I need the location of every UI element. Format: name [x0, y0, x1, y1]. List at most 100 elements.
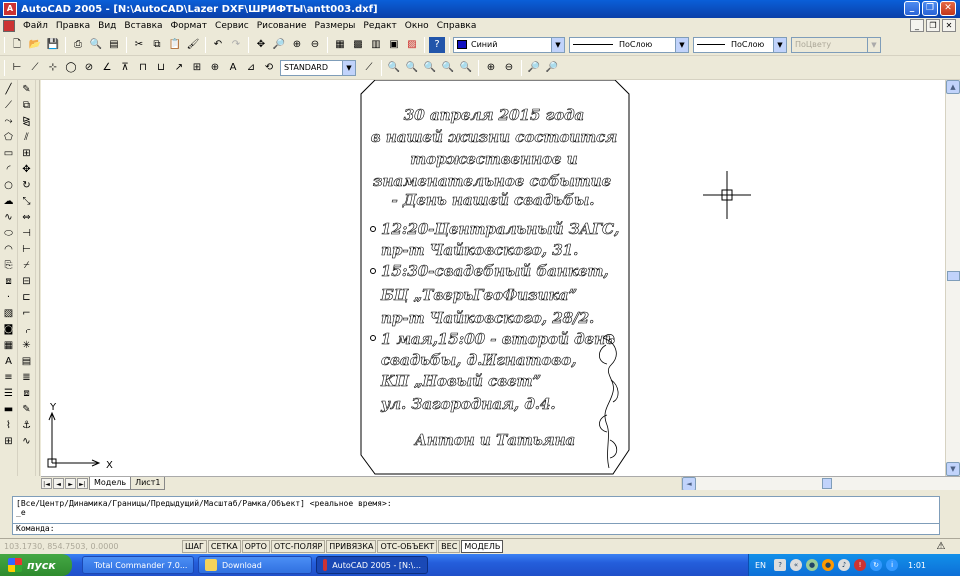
- save-icon[interactable]: 💾: [45, 37, 61, 53]
- polygon-icon[interactable]: ⬠: [1, 130, 17, 146]
- zoom-out-icon[interactable]: ⊖: [501, 60, 517, 76]
- chevron-down-icon[interactable]: ▼: [342, 60, 355, 75]
- model-toggle[interactable]: МОДЕЛЬ: [461, 540, 504, 553]
- zoom-previous-icon[interactable]: ⊖: [307, 37, 323, 53]
- security-tray-icon[interactable]: !: [854, 559, 867, 571]
- volume-tray-icon[interactable]: ♪: [838, 559, 851, 571]
- ortho-toggle[interactable]: ОРТО: [241, 540, 270, 553]
- wipeout-icon[interactable]: ▬: [1, 402, 17, 418]
- snap-toggle[interactable]: ШАГ: [182, 540, 207, 553]
- menu-insert[interactable]: Вставка: [120, 21, 166, 31]
- break-icon[interactable]: ⊟: [19, 274, 35, 290]
- radius-dim-icon[interactable]: ◯: [63, 60, 79, 76]
- cut-icon[interactable]: ✂: [131, 37, 147, 53]
- new-icon[interactable]: 🗋: [9, 37, 25, 53]
- coordinate-readout[interactable]: 103.1730, 854.7503, 0.0000: [0, 542, 182, 551]
- otrack-toggle[interactable]: ОТС-ОБЪЕКТ: [377, 540, 438, 553]
- scroll-thumb[interactable]: [822, 478, 832, 489]
- redo-icon[interactable]: ↷: [228, 37, 244, 53]
- extend-icon[interactable]: ⊢: [19, 242, 35, 258]
- tool-palettes-icon[interactable]: ▥: [368, 37, 384, 53]
- design-center-icon[interactable]: ▩: [350, 37, 366, 53]
- zoom-all-icon[interactable]: 🔎: [526, 60, 542, 76]
- join-icon[interactable]: ⊏: [19, 290, 35, 306]
- vertical-scrollbar[interactable]: ▲ ▼: [945, 80, 960, 476]
- polyline-icon[interactable]: ⤳: [1, 114, 17, 130]
- spline-icon[interactable]: ∿: [1, 210, 17, 226]
- task-autocad[interactable]: AutoCAD 2005 - [N:\...: [316, 556, 428, 574]
- antivirus-tray-icon[interactable]: ●: [822, 559, 835, 571]
- dim-update-icon[interactable]: ⟲: [261, 60, 277, 76]
- rectangle-icon[interactable]: ▭: [1, 146, 17, 162]
- scroll-thumb[interactable]: [947, 271, 960, 281]
- sheet-set-icon[interactable]: ▣: [386, 37, 402, 53]
- zoom-in-icon[interactable]: ⊕: [483, 60, 499, 76]
- zoom-extents-icon[interactable]: 🔎: [544, 60, 560, 76]
- hatch-edit-icon[interactable]: ⚓: [19, 418, 35, 434]
- tab-layout1[interactable]: Лист1: [130, 477, 166, 490]
- tab-model[interactable]: Модель: [89, 477, 132, 490]
- zoom-dynamic-icon[interactable]: 🔍: [404, 60, 420, 76]
- menu-draw[interactable]: Рисование: [253, 21, 311, 31]
- dimstyle-select[interactable]: STANDARD ▼: [280, 59, 356, 76]
- erase-icon[interactable]: ✎: [19, 82, 35, 98]
- linear-dim-icon[interactable]: ⊢: [9, 60, 25, 76]
- autocad-app-icon[interactable]: A: [3, 2, 17, 16]
- diameter-dim-icon[interactable]: ⊘: [81, 60, 97, 76]
- lineweight-select[interactable]: ПоСлою ▼: [693, 36, 787, 53]
- region-icon[interactable]: ◙: [1, 322, 17, 338]
- array-icon[interactable]: ⊞: [19, 146, 35, 162]
- angular-dim-icon[interactable]: ∠: [99, 60, 115, 76]
- dimstyle-manager-icon[interactable]: ⟋: [361, 60, 377, 76]
- multiline-icon[interactable]: ☰: [1, 386, 17, 402]
- ellipse-icon[interactable]: ⬭: [1, 226, 17, 242]
- menu-window[interactable]: Окно: [401, 21, 433, 31]
- construction-line-icon[interactable]: ⟋: [1, 98, 17, 114]
- circle-icon[interactable]: ○: [1, 178, 17, 194]
- first-tab-icon[interactable]: |◄: [41, 478, 52, 489]
- chevron-down-icon[interactable]: ▼: [551, 37, 564, 52]
- start-button[interactable]: пуск: [0, 554, 72, 576]
- last-tab-icon[interactable]: ►|: [77, 478, 88, 489]
- match-properties-icon[interactable]: 🖌: [185, 37, 201, 53]
- copy-object-icon[interactable]: ⧉: [19, 98, 35, 114]
- help-icon[interactable]: ?: [429, 36, 445, 53]
- zoom-realtime-icon[interactable]: 🔎: [271, 37, 287, 53]
- dimedit-icon[interactable]: A: [225, 60, 241, 76]
- tolerance-icon[interactable]: ⊞: [189, 60, 205, 76]
- fillet-icon[interactable]: ⌌: [19, 322, 35, 338]
- menu-tools[interactable]: Сервис: [211, 21, 253, 31]
- grid-toggle[interactable]: СЕТКА: [207, 540, 241, 553]
- mirror-icon[interactable]: ⧎: [19, 114, 35, 130]
- baseline-dim-icon[interactable]: ⊓: [135, 60, 151, 76]
- doc-close-button[interactable]: ✕: [942, 19, 956, 32]
- trim-icon[interactable]: ⊣: [19, 226, 35, 242]
- properties-icon[interactable]: ▦: [332, 37, 348, 53]
- hatch-icon[interactable]: ▧: [1, 306, 17, 322]
- spline-edit-icon[interactable]: ∿: [19, 434, 35, 450]
- network-tray-icon[interactable]: ●: [806, 559, 819, 571]
- tray-settings-icon[interactable]: ⚠: [933, 539, 949, 555]
- arc-icon[interactable]: ◜: [1, 162, 17, 178]
- info-tray-icon[interactable]: i: [886, 559, 899, 571]
- scroll-left-icon[interactable]: ◄: [682, 477, 696, 491]
- line-icon[interactable]: ╱: [1, 82, 17, 98]
- clock[interactable]: 1:01: [908, 561, 926, 570]
- undo-icon[interactable]: ↶: [210, 37, 226, 53]
- doc-minimize-button[interactable]: _: [910, 19, 924, 32]
- task-download[interactable]: Download: [198, 556, 312, 574]
- rotate-icon[interactable]: ↻: [19, 178, 35, 194]
- task-total-commander[interactable]: Total Commander 7.0...: [82, 556, 194, 574]
- preview-icon[interactable]: 🔍: [88, 37, 104, 53]
- markup-icon[interactable]: ▨: [404, 37, 420, 53]
- ellipse-arc-icon[interactable]: ◠: [1, 242, 17, 258]
- help-tray-icon[interactable]: ?: [774, 559, 787, 571]
- sketch-icon[interactable]: ⌇: [1, 418, 17, 434]
- continue-dim-icon[interactable]: ⊔: [153, 60, 169, 76]
- menu-format[interactable]: Формат: [167, 21, 212, 31]
- paste-icon[interactable]: 📋: [167, 37, 183, 53]
- offset-icon[interactable]: ⫽: [19, 130, 35, 146]
- copy-icon[interactable]: ⧉: [149, 37, 165, 53]
- dimtedit-icon[interactable]: ⊿: [243, 60, 259, 76]
- mtext-icon[interactable]: A: [1, 354, 17, 370]
